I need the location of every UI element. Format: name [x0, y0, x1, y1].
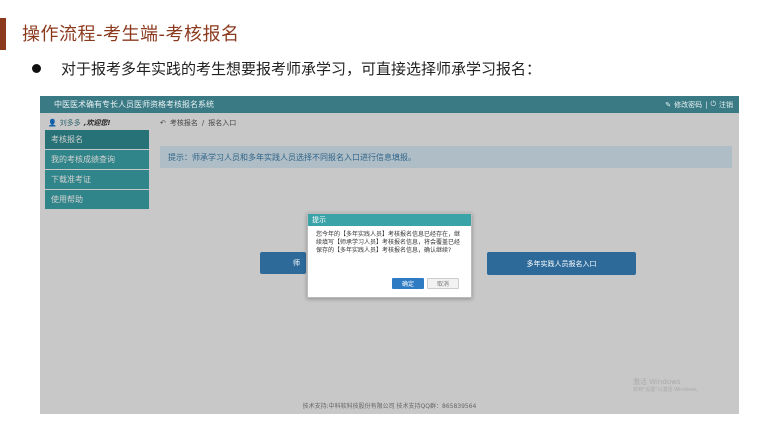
confirm-button[interactable]: 确定: [392, 278, 424, 289]
cancel-button[interactable]: 取消: [427, 278, 459, 289]
footer: 技术支持:中科软科技股份有限公司 技术支持QQ群：865839564: [302, 403, 477, 410]
app-title: 中医医术确有专长人员医师资格考核报名系统: [54, 100, 214, 109]
windows-activation-watermark: 激活 Windows 转到"设置"以激活 Windows。: [633, 378, 702, 394]
edit-icon: ✎: [665, 100, 672, 109]
slide-title: 操作流程-考生端-考核报名: [22, 24, 240, 45]
dialog-message: 您今年的【多年实践人员】考核报名信息已经存在，继续填写【师承学习人员】考核报名信…: [316, 231, 461, 254]
bullet-text: 对于报考多年实践的考生想要报考师承学习，可直接选择师承学习报名：: [61, 60, 542, 78]
app-topbar: 中医医术确有专长人员医师资格考核报名系统 ✎ 修改密码 | ⏻ 注销: [40, 96, 739, 113]
dialog-actions: 确定 取消: [392, 278, 459, 289]
apprentice-entry-button[interactable]: 师: [260, 252, 306, 274]
change-password-link[interactable]: 修改密码: [674, 100, 702, 110]
topbar-links: ✎ 修改密码 | ⏻ 注销: [665, 100, 733, 110]
watermark-line1: 激活 Windows: [633, 378, 681, 386]
title-accent-bar: [0, 18, 6, 50]
watermark-line2: 转到"设置"以激活 Windows。: [633, 387, 702, 393]
topbar-divider: |: [705, 100, 708, 109]
practice-entry-button[interactable]: 多年实践人员报名入口: [487, 252, 636, 275]
confirm-dialog: 提示 您今年的【多年实践人员】考核报名信息已经存在，继续填写【师承学习人员】考核…: [307, 213, 472, 298]
slide: 操作流程-考生端-考核报名 对于报考多年实践的考生想要报考师承学习，可直接选择师…: [0, 0, 778, 432]
bullet-line: 对于报考多年实践的考生想要报考师承学习，可直接选择师承学习报名：: [32, 58, 541, 79]
power-icon: ⏻: [710, 100, 716, 108]
app-screenshot: 中医医术确有专长人员医师资格考核报名系统 ✎ 修改密码 | ⏻ 注销 👤 刘多多…: [40, 96, 739, 414]
logout-link[interactable]: 注销: [719, 100, 733, 110]
dialog-title: 提示: [308, 214, 471, 226]
bullet-dot-icon: [32, 64, 41, 73]
